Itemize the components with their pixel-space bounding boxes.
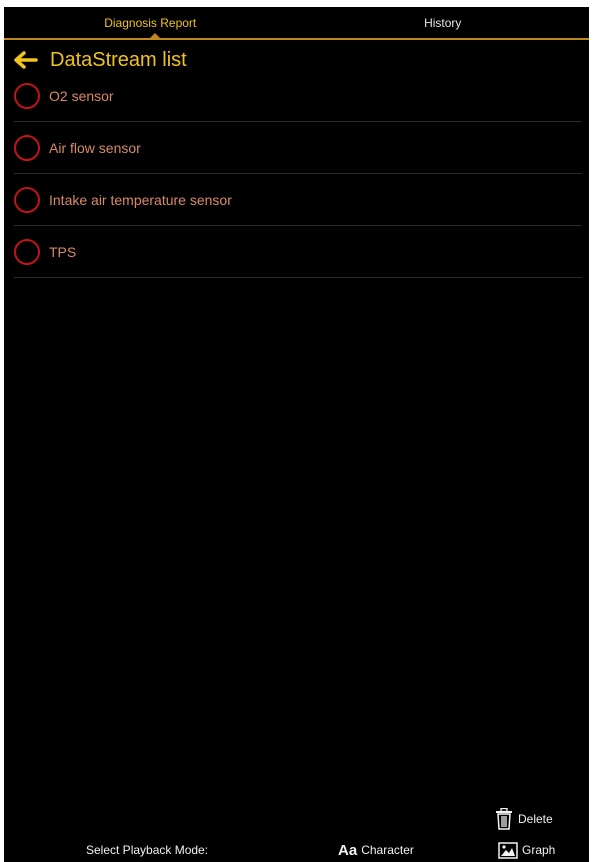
datastream-list: O2 sensor Air flow sensor Intake air tem… — [14, 70, 582, 278]
list-item-intake-air-temperature-sensor[interactable]: Intake air temperature sensor — [14, 174, 582, 226]
tab-history[interactable]: History — [297, 7, 590, 39]
delete-button[interactable]: Delete — [494, 807, 553, 831]
list-item-label: O2 sensor — [49, 87, 114, 104]
radio-circle-icon[interactable] — [14, 186, 40, 213]
radio-circle-icon[interactable] — [14, 82, 40, 109]
delete-label: Delete — [518, 812, 553, 826]
list-item-label: TPS — [49, 243, 77, 260]
graph-mode-button[interactable]: Graph — [498, 839, 555, 861]
radio-circle-icon[interactable] — [14, 238, 40, 265]
app-screen: Diagnosis Report History DataStream list… — [4, 7, 589, 862]
tab-bar: Diagnosis Report History — [4, 7, 589, 39]
character-label: Character — [361, 843, 414, 857]
radio-circle-icon[interactable] — [14, 134, 40, 161]
image-graph-icon — [498, 841, 518, 859]
text-aa-icon: Aa — [338, 841, 358, 859]
list-item-air-flow-sensor[interactable]: Air flow sensor — [14, 122, 582, 174]
trash-icon — [496, 808, 512, 830]
character-mode-button[interactable]: Aa Character — [338, 839, 414, 861]
list-item-tps[interactable]: TPS — [14, 226, 582, 278]
page-title: DataStream list — [50, 48, 187, 71]
tab-indicator-notch — [149, 33, 161, 39]
list-item-label: Air flow sensor — [49, 139, 141, 156]
tab-indicator-line — [4, 38, 589, 40]
list-item-o2-sensor[interactable]: O2 sensor — [14, 70, 582, 122]
arrow-left-icon[interactable] — [12, 50, 38, 70]
graph-label: Graph — [522, 843, 556, 857]
list-item-label: Intake air temperature sensor — [49, 191, 232, 208]
playback-mode-label: Select Playback Mode: — [86, 843, 209, 857]
